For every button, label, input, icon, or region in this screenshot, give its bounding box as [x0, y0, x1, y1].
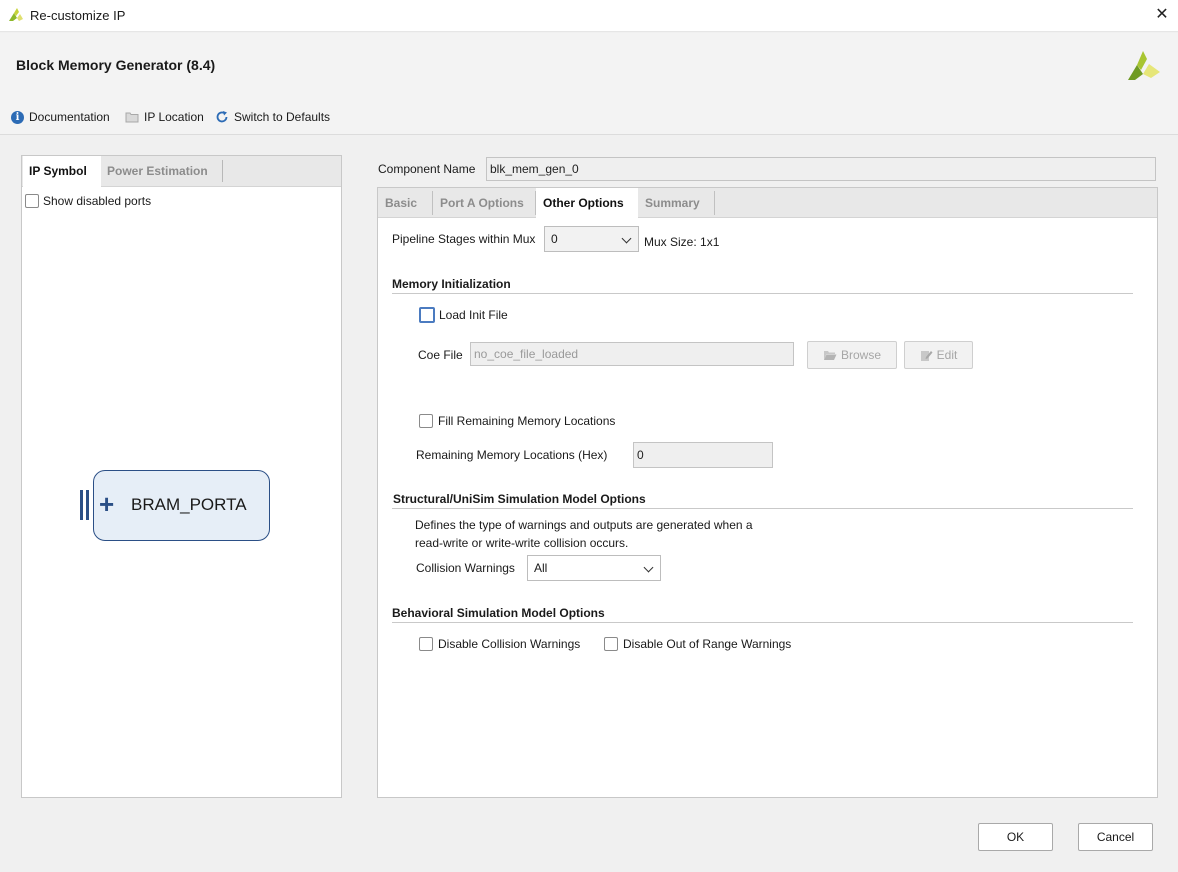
mux-size-label: Mux Size: 1x1 [644, 235, 720, 249]
edit-label: Edit [936, 348, 958, 362]
disable-range-checkbox[interactable] [604, 637, 618, 651]
section-divider [392, 508, 1133, 509]
chevron-down-icon [621, 233, 632, 244]
edit-button[interactable]: Edit [904, 341, 973, 369]
folder-icon [125, 112, 139, 123]
pipeline-stages-select[interactable]: 0 [544, 226, 639, 252]
xilinx-logo-icon [9, 8, 23, 21]
switch-defaults-label: Switch to Defaults [234, 110, 331, 124]
cancel-button[interactable]: Cancel [1078, 823, 1153, 851]
title-bar [0, 0, 1178, 32]
close-icon[interactable]: ✕ [1153, 6, 1171, 24]
behavioral-options-title: Behavioral Simulation Model Options [392, 606, 605, 620]
show-disabled-ports-checkbox[interactable] [25, 194, 39, 208]
fill-remaining-checkbox[interactable] [419, 414, 433, 428]
chevron-down-icon [643, 562, 654, 573]
edit-icon [920, 350, 933, 361]
tab-port-a-options[interactable]: Port A Options [433, 188, 535, 218]
expand-port-icon[interactable]: + [99, 489, 114, 519]
ip-title: Block Memory Generator (8.4) [16, 57, 216, 73]
structural-options-title: Structural/UniSim Simulation Model Optio… [393, 492, 646, 506]
load-init-file-checkbox[interactable] [419, 307, 435, 323]
port-bar-left [80, 490, 83, 520]
browse-label: Browse [840, 348, 881, 362]
ok-button[interactable]: OK [978, 823, 1053, 851]
fill-remaining-label: Fill Remaining Memory Locations [438, 414, 616, 428]
memory-init-title: Memory Initialization [392, 277, 511, 291]
structural-desc-line1: Defines the type of warnings and outputs… [415, 518, 753, 532]
remaining-locations-label: Remaining Memory Locations (Hex) [416, 448, 608, 462]
bram-porta-label: BRAM_PORTA [131, 495, 247, 514]
show-disabled-ports-label: Show disabled ports [43, 194, 152, 208]
disable-range-label: Disable Out of Range Warnings [623, 637, 792, 651]
tab-summary[interactable]: Summary [638, 188, 714, 218]
pipeline-stages-value: 0 [551, 232, 558, 246]
coe-file-input[interactable]: no_coe_file_loaded [470, 342, 794, 366]
tab-other-options[interactable]: Other Options [536, 188, 638, 218]
folder-open-icon [823, 351, 837, 360]
tab-divider [714, 191, 715, 215]
ip-location-label: IP Location [144, 110, 204, 124]
structural-desc-line2: read-write or write-write collision occu… [415, 536, 629, 550]
pipeline-stages-label: Pipeline Stages within Mux [392, 232, 536, 246]
xilinx-brand-logo-icon [1128, 51, 1160, 80]
switch-defaults-button[interactable]: Switch to Defaults [215, 108, 330, 126]
browse-button[interactable]: Browse [807, 341, 897, 369]
window-title: Re-customize IP [30, 8, 126, 23]
documentation-label: Documentation [29, 110, 110, 124]
collision-warnings-label: Collision Warnings [416, 561, 515, 575]
collision-warnings-value: All [534, 561, 548, 575]
section-divider [392, 622, 1133, 623]
ip-location-button[interactable]: IP Location [125, 108, 204, 126]
refresh-icon [216, 111, 228, 123]
port-bar-right [86, 490, 89, 520]
tab-divider [222, 160, 223, 182]
documentation-button[interactable]: i Documentation [11, 108, 110, 126]
coe-file-label: Coe File [418, 348, 463, 362]
disable-collision-checkbox[interactable] [419, 637, 433, 651]
remaining-locations-input[interactable]: 0 [633, 442, 773, 468]
component-name-label: Component Name [378, 162, 476, 176]
component-name-input[interactable]: blk_mem_gen_0 [486, 157, 1156, 181]
disable-collision-label: Disable Collision Warnings [438, 637, 581, 651]
tab-ip-symbol[interactable]: IP Symbol [23, 156, 101, 187]
tab-basic[interactable]: Basic [378, 188, 432, 218]
collision-warnings-select[interactable]: All [527, 555, 661, 581]
load-init-file-label: Load Init File [439, 308, 508, 322]
tab-power-estimation[interactable]: Power Estimation [101, 156, 221, 187]
info-icon: i [11, 110, 24, 124]
section-divider [392, 293, 1133, 294]
